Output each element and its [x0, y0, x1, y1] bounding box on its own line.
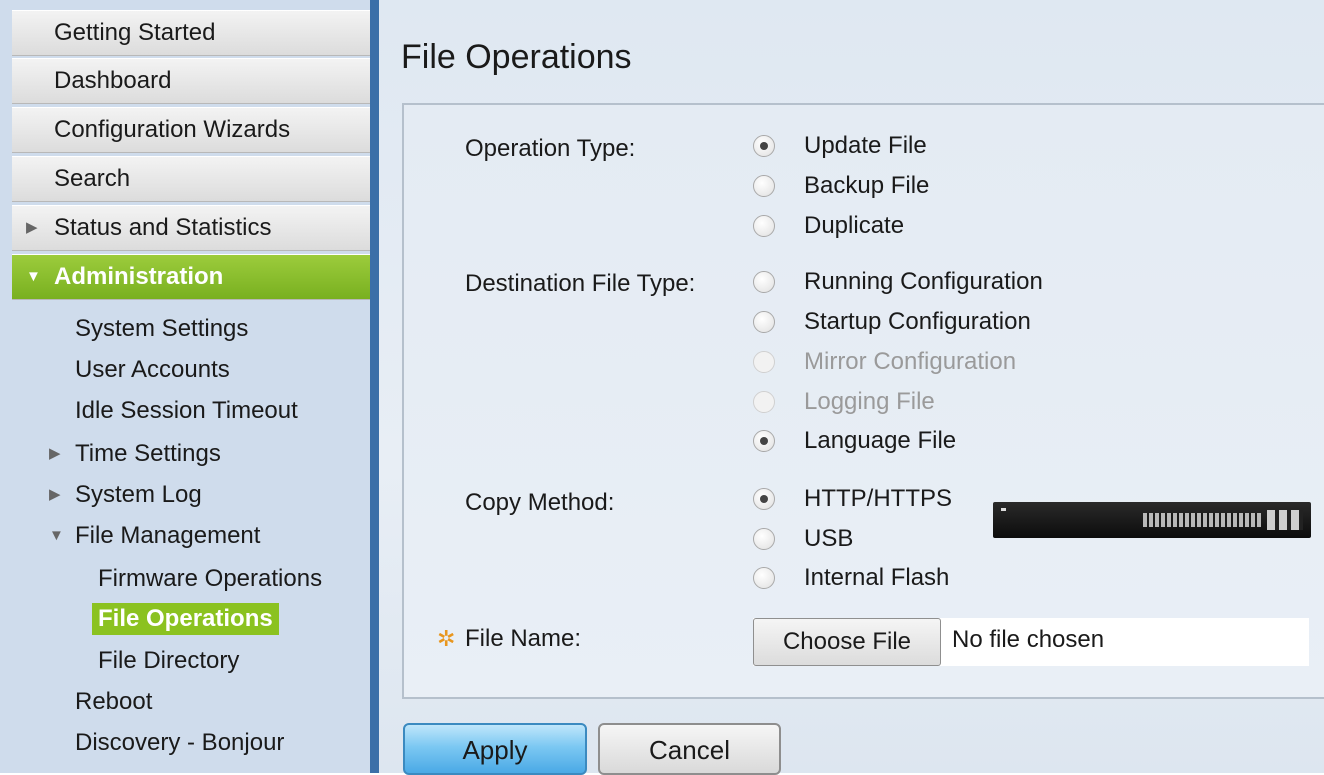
radio-label: Running Configuration — [804, 268, 1043, 295]
nav-getting-started[interactable]: Getting Started — [12, 10, 370, 56]
radio-label: Duplicate — [804, 212, 905, 239]
nav-label: Search — [54, 165, 131, 192]
switch-sfp-ports — [1267, 510, 1303, 530]
page-title: File Operations — [401, 38, 632, 76]
nav-label: Status and Statistics — [54, 214, 272, 241]
nav-label: Administration — [54, 263, 224, 290]
radio-icon — [753, 311, 775, 333]
nav-label: Time Settings — [75, 440, 221, 467]
collapse-arrow-icon: ▼ — [49, 527, 64, 544]
radio-label: Backup File — [804, 172, 930, 199]
radio-label: Logging File — [804, 388, 935, 415]
radio-selected-icon — [753, 488, 775, 510]
file-name-label: ✲ File Name: — [437, 625, 582, 653]
nav-dashboard[interactable]: Dashboard — [12, 58, 370, 104]
nav-file-operations[interactable]: File Operations — [92, 603, 279, 635]
apply-button[interactable]: Apply — [403, 723, 587, 775]
radio-label: USB — [804, 525, 854, 552]
expand-arrow-icon: ▶ — [26, 219, 38, 236]
sidebar-divider — [370, 0, 379, 773]
radio-icon — [753, 271, 775, 293]
nav-label: System Log — [75, 481, 202, 508]
radio-label: HTTP/HTTPS — [804, 485, 952, 512]
radio-icon — [753, 175, 775, 197]
nav-label: Dashboard — [54, 67, 172, 94]
nav-firmware-operations[interactable]: Firmware Operations — [98, 563, 322, 595]
nav-label: Configuration Wizards — [54, 116, 291, 143]
nav-configuration-wizards[interactable]: Configuration Wizards — [12, 107, 370, 153]
radio-selected-icon — [753, 135, 775, 157]
radio-icon — [753, 528, 775, 550]
cancel-button[interactable]: Cancel — [598, 723, 781, 775]
switch-device-image — [993, 502, 1311, 538]
file-status-text: No file chosen — [952, 626, 1105, 653]
nav-time-settings[interactable]: ▶ Time Settings — [49, 438, 221, 470]
radio-icon — [753, 567, 775, 589]
radio-label: Language File — [804, 427, 957, 454]
radio-icon — [753, 215, 775, 237]
nav-user-accounts[interactable]: User Accounts — [75, 354, 230, 386]
collapse-arrow-icon: ▼ — [26, 268, 41, 285]
copy-method-label: Copy Method: — [465, 489, 615, 516]
nav-file-management[interactable]: ▼ File Management — [49, 520, 261, 552]
choose-file-button[interactable]: Choose File — [753, 618, 941, 666]
nav-file-directory[interactable]: File Directory — [98, 645, 239, 677]
nav-search[interactable]: Search — [12, 156, 370, 202]
nav-status-and-statistics[interactable]: ▶ Status and Statistics — [12, 205, 370, 251]
radio-selected-icon — [753, 430, 775, 452]
switch-led — [1001, 508, 1006, 511]
file-name-label-text: File Name: — [465, 625, 582, 652]
nav-system-log[interactable]: ▶ System Log — [49, 479, 202, 511]
nav-administration[interactable]: ▼ Administration — [12, 254, 370, 300]
nav-label: Getting Started — [54, 19, 216, 46]
switch-ports — [1143, 513, 1261, 527]
radio-disabled-icon — [753, 391, 775, 413]
radio-disabled-icon — [753, 351, 775, 373]
nav-label: File Management — [75, 522, 261, 549]
radio-label: Mirror Configuration — [804, 348, 1017, 375]
nav-discovery-bonjour[interactable]: Discovery - Bonjour — [75, 727, 284, 759]
required-star-icon: ✲ — [437, 626, 456, 651]
expand-arrow-icon: ▶ — [49, 445, 61, 462]
file-input[interactable]: Choose File No file chosen — [753, 618, 1309, 666]
radio-label: Update File — [804, 132, 927, 159]
radio-label: Internal Flash — [804, 564, 950, 591]
radio-label: Startup Configuration — [804, 308, 1031, 335]
sidebar-nav: Getting Started Dashboard Configuration … — [0, 0, 370, 773]
nav-system-settings[interactable]: System Settings — [75, 313, 248, 345]
nav-reboot[interactable]: Reboot — [75, 686, 152, 718]
operation-type-label: Operation Type: — [465, 135, 636, 162]
destination-file-type-label: Destination File Type: — [465, 270, 696, 297]
expand-arrow-icon: ▶ — [49, 486, 61, 503]
nav-idle-session-timeout[interactable]: Idle Session Timeout — [75, 395, 298, 427]
